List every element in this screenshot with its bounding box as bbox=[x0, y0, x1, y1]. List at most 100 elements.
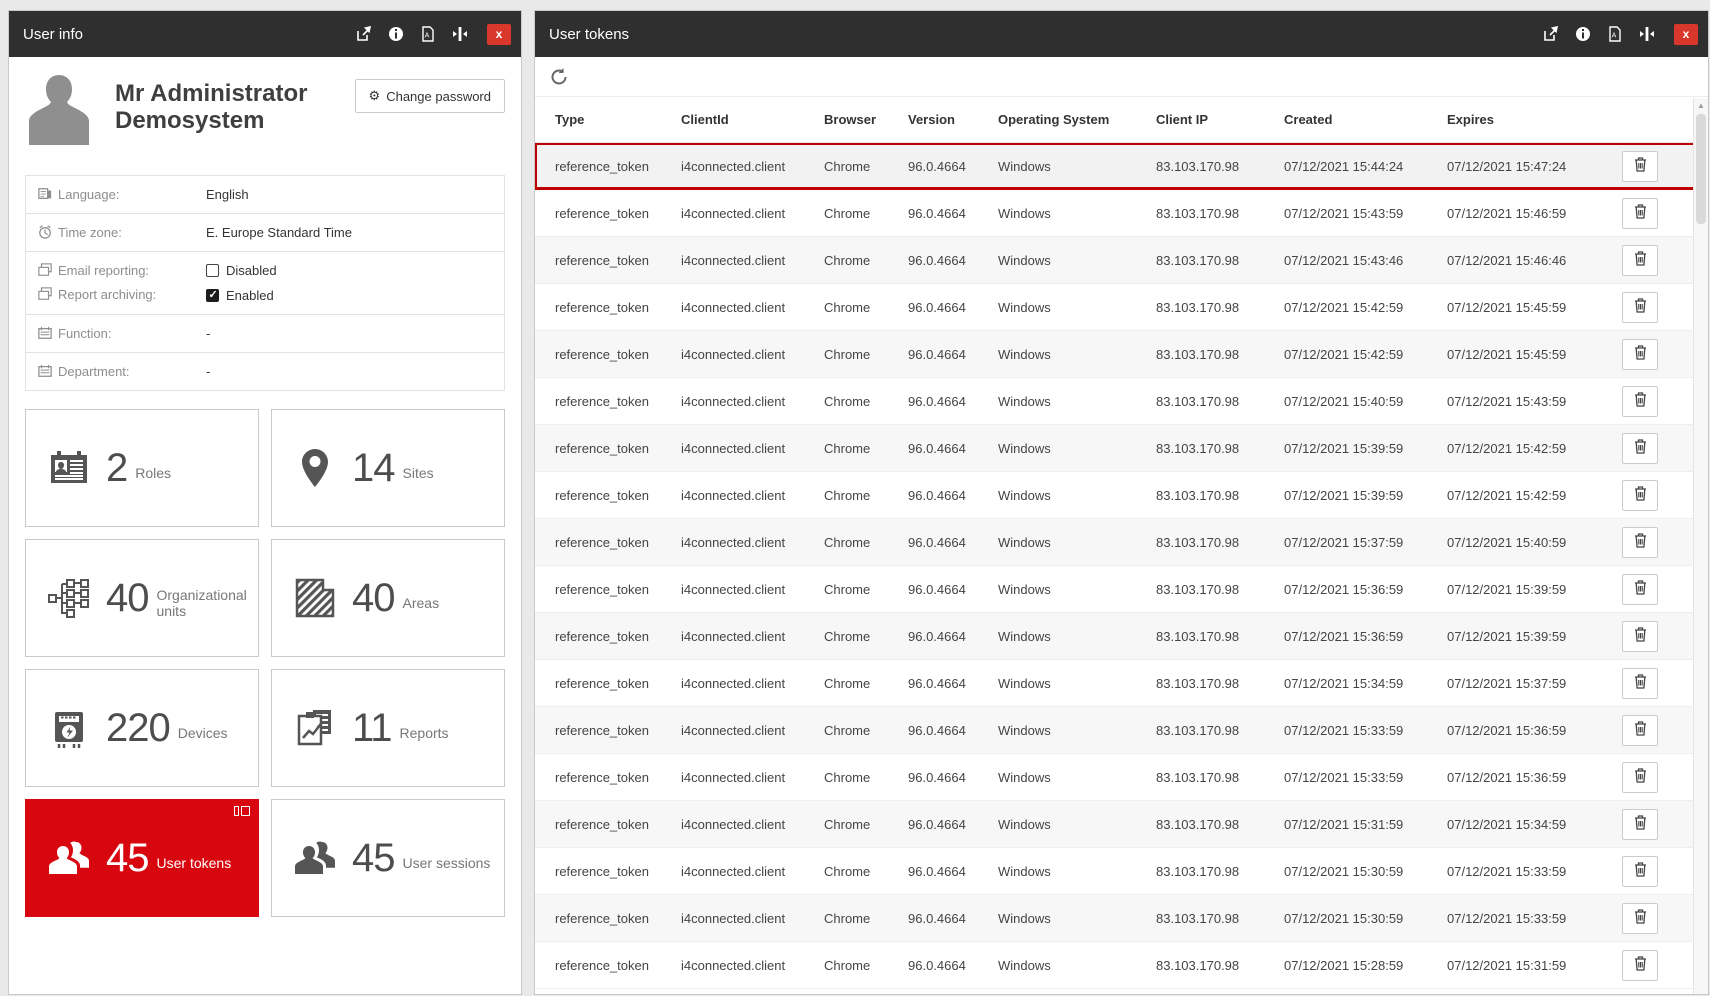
trash-icon bbox=[1634, 862, 1647, 880]
tile-areas[interactable]: 40 Areas bbox=[271, 539, 505, 657]
token-row[interactable]: reference_token i4connected.client Chrome 9… bbox=[535, 613, 1708, 660]
tile-label: Reports bbox=[399, 725, 449, 741]
language-value: English bbox=[206, 187, 249, 202]
cell-version: 96.0.4664 bbox=[908, 957, 966, 973]
tile-devices[interactable]: 220 Devices bbox=[25, 669, 259, 787]
delete-token-button[interactable] bbox=[1622, 150, 1658, 182]
token-row[interactable]: reference_token i4connected.client Chrome 9… bbox=[535, 425, 1708, 472]
cell-os: Windows bbox=[998, 816, 1051, 832]
cell-client_ip: 83.103.170.98 bbox=[1156, 158, 1240, 174]
cell-client_id: i4connected.client bbox=[681, 863, 786, 879]
column-header-type[interactable]: Type bbox=[555, 112, 681, 127]
delete-token-button[interactable] bbox=[1622, 761, 1658, 793]
token-row[interactable]: reference_token i4connected.client Chrome 9… bbox=[535, 331, 1708, 378]
column-header-operating-system[interactable]: Operating System bbox=[998, 112, 1156, 127]
delete-token-button[interactable] bbox=[1622, 808, 1658, 840]
close-icon[interactable]: x bbox=[487, 23, 511, 45]
email-reporting-checkbox[interactable] bbox=[206, 264, 219, 277]
token-row[interactable]: reference_token i4connected.client Chrome 9… bbox=[535, 660, 1708, 707]
delete-token-button[interactable] bbox=[1622, 338, 1658, 370]
delete-token-button[interactable] bbox=[1622, 573, 1658, 605]
delete-token-button[interactable] bbox=[1622, 620, 1658, 652]
trash-icon bbox=[1634, 439, 1647, 457]
cell-client_id: i4connected.client bbox=[681, 346, 786, 362]
department-value: - bbox=[206, 364, 211, 379]
delete-token-button[interactable] bbox=[1622, 385, 1658, 417]
scrollbar-thumb[interactable] bbox=[1696, 114, 1706, 224]
cell-browser: Chrome bbox=[824, 957, 871, 973]
cell-version: 96.0.4664 bbox=[908, 769, 966, 785]
info-icon[interactable] bbox=[1574, 26, 1591, 43]
split-view-icon[interactable] bbox=[234, 806, 250, 816]
delete-token-button[interactable] bbox=[1622, 432, 1658, 464]
column-header-version[interactable]: Version bbox=[908, 112, 998, 127]
token-row[interactable]: reference_token i4connected.client Chrome 9… bbox=[535, 472, 1708, 519]
delete-token-button[interactable] bbox=[1622, 526, 1658, 558]
tile-reports[interactable]: 11 Reports bbox=[271, 669, 505, 787]
tile-user-sessions[interactable]: 45 User sessions bbox=[271, 799, 505, 917]
pdf-export-icon[interactable]: A bbox=[419, 26, 436, 43]
close-icon[interactable]: x bbox=[1674, 23, 1698, 45]
refresh-icon[interactable] bbox=[549, 67, 569, 87]
cell-expires: 07/12/2021 15:40:59 bbox=[1447, 534, 1567, 550]
column-header-expires[interactable]: Expires bbox=[1447, 112, 1617, 127]
delete-token-button[interactable] bbox=[1622, 667, 1658, 699]
token-row[interactable]: reference_token i4connected.client Chrome 9… bbox=[535, 754, 1708, 801]
column-header-client-ip[interactable]: Client IP bbox=[1156, 112, 1284, 127]
tile-organizational-units[interactable]: 40 Organizational units bbox=[25, 539, 259, 657]
delete-token-button[interactable] bbox=[1622, 902, 1658, 934]
cell-version: 96.0.4664 bbox=[908, 628, 966, 644]
cell-expires: 07/12/2021 15:39:59 bbox=[1447, 581, 1567, 597]
token-row[interactable]: reference_token i4connected.client Chrome 9… bbox=[535, 237, 1708, 284]
vertical-scrollbar[interactable]: ▲ bbox=[1693, 98, 1708, 994]
delete-token-button[interactable] bbox=[1622, 291, 1658, 323]
delete-token-button[interactable] bbox=[1622, 244, 1658, 276]
cell-expires: 07/12/2021 15:36:59 bbox=[1447, 722, 1567, 738]
detail-row-timezone: Time zone: E. Europe Standard Time bbox=[26, 214, 504, 252]
cell-type: reference_token bbox=[555, 252, 649, 268]
cell-expires: 07/12/2021 15:36:59 bbox=[1447, 769, 1567, 785]
delete-token-button[interactable] bbox=[1622, 479, 1658, 511]
change-password-button[interactable]: ⚙ Change password bbox=[354, 79, 505, 113]
token-row[interactable]: reference_token i4connected.client Chrome 9… bbox=[535, 801, 1708, 848]
areas-icon bbox=[292, 575, 338, 621]
info-icon[interactable] bbox=[387, 26, 404, 43]
token-row[interactable]: reference_token i4connected.client Chrome 9… bbox=[535, 284, 1708, 331]
cell-client_id: i4connected.client bbox=[681, 910, 786, 926]
tile-label: Devices bbox=[177, 725, 228, 741]
token-row[interactable]: reference_token i4connected.client Chrome 9… bbox=[535, 566, 1708, 613]
delete-token-button[interactable] bbox=[1622, 855, 1658, 887]
cell-os: Windows bbox=[998, 440, 1051, 456]
delete-token-button[interactable] bbox=[1622, 714, 1658, 746]
cell-expires: 07/12/2021 15:31:59 bbox=[1447, 957, 1567, 973]
token-row[interactable]: reference_token i4connected.client Chrome 9… bbox=[535, 848, 1708, 895]
cell-type: reference_token bbox=[555, 722, 649, 738]
report-archiving-checkbox[interactable] bbox=[206, 288, 219, 302]
cell-expires: 07/12/2021 15:39:59 bbox=[1447, 628, 1567, 644]
pdf-export-icon[interactable]: A bbox=[1606, 26, 1623, 43]
delete-token-button[interactable] bbox=[1622, 949, 1658, 981]
cell-browser: Chrome bbox=[824, 581, 871, 597]
collapse-panel-icon[interactable] bbox=[1638, 26, 1655, 43]
collapse-panel-icon[interactable] bbox=[451, 26, 468, 43]
column-header-created[interactable]: Created bbox=[1284, 112, 1447, 127]
delete-token-button[interactable] bbox=[1622, 197, 1658, 229]
column-header-clientid[interactable]: ClientId bbox=[681, 112, 824, 127]
scroll-up-icon[interactable]: ▲ bbox=[1694, 98, 1708, 110]
cell-client_ip: 83.103.170.98 bbox=[1156, 675, 1240, 691]
pin-icon[interactable] bbox=[355, 26, 372, 43]
pin-icon[interactable] bbox=[1542, 26, 1559, 43]
timezone-value: E. Europe Standard Time bbox=[206, 225, 352, 240]
token-row[interactable]: reference_token i4connected.client Chrome 9… bbox=[535, 143, 1708, 190]
token-row[interactable]: reference_token i4connected.client Chrome 9… bbox=[535, 895, 1708, 942]
tile-sites[interactable]: 14 Sites bbox=[271, 409, 505, 527]
cell-type: reference_token bbox=[555, 863, 649, 879]
column-header-browser[interactable]: Browser bbox=[824, 112, 908, 127]
token-row[interactable]: reference_token i4connected.client Chrome 9… bbox=[535, 942, 1708, 989]
tile-roles[interactable]: 2 Roles bbox=[25, 409, 259, 527]
token-row[interactable]: reference_token i4connected.client Chrome 9… bbox=[535, 378, 1708, 425]
token-row[interactable]: reference_token i4connected.client Chrome 9… bbox=[535, 190, 1708, 237]
tile-user-tokens[interactable]: 45 User tokens bbox=[25, 799, 259, 917]
token-row[interactable]: reference_token i4connected.client Chrome 9… bbox=[535, 707, 1708, 754]
token-row[interactable]: reference_token i4connected.client Chrome 9… bbox=[535, 519, 1708, 566]
